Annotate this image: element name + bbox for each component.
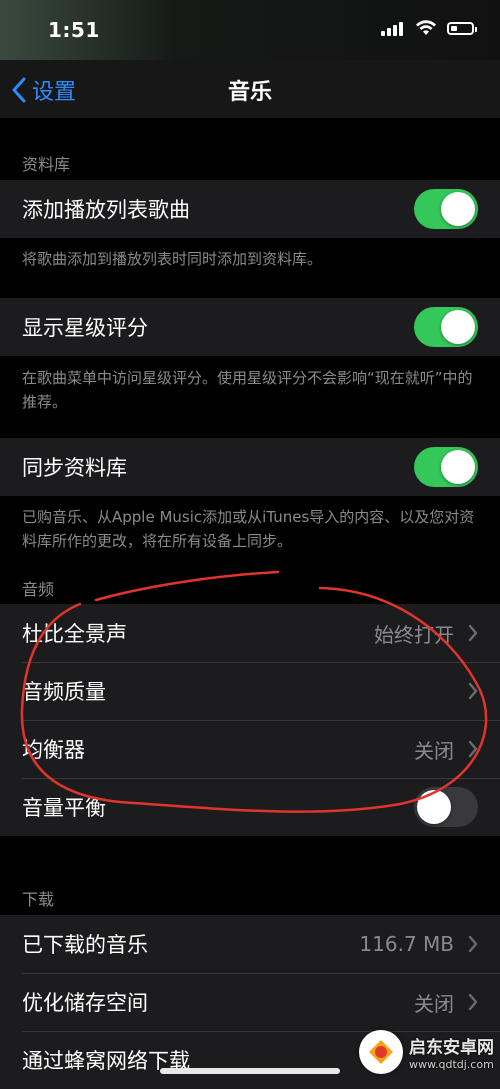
row-label: 音频质量: [22, 680, 106, 704]
row-label: 优化储存空间: [22, 991, 148, 1015]
toggle-knob: [441, 450, 475, 484]
status-icons: [381, 20, 477, 36]
divider: [22, 778, 500, 779]
row-label: 同步资料库: [22, 456, 127, 480]
section-label-downloads: 下载: [22, 890, 55, 909]
row-label: 已下载的音乐: [22, 933, 148, 957]
add-playlist-songs-toggle[interactable]: [414, 189, 478, 229]
watermark: 启东安卓网 www.qdtdj.com: [359, 1030, 494, 1074]
row-dolby-atmos[interactable]: 杜比全景声 始终打开: [0, 604, 500, 662]
footnote-show-star-ratings: 在歌曲菜单中访问星级评分。使用星级评分不会影响“现在就听”中的推荐。: [22, 369, 473, 411]
chevron-right-icon: [468, 624, 478, 642]
row-downloaded-music[interactable]: 已下载的音乐 116.7 MB: [0, 915, 500, 973]
row-sync-library: 同步资料库: [0, 438, 500, 496]
show-star-ratings-toggle[interactable]: [414, 307, 478, 347]
row-eq[interactable]: 均衡器 关闭: [0, 720, 500, 778]
chevron-right-icon: [468, 682, 478, 700]
row-optimize-storage[interactable]: 优化储存空间 关闭: [0, 973, 500, 1031]
watermark-title: 启东安卓网: [409, 1038, 494, 1058]
signal-icon: [381, 20, 405, 36]
row-value: 关闭: [414, 738, 454, 763]
chevron-right-icon: [468, 935, 478, 953]
status-bar: 1:51: [0, 0, 500, 60]
battery-icon: [447, 21, 477, 35]
footnote-add-playlist-songs: 将歌曲添加到播放列表时同时添加到资料库。: [22, 250, 323, 268]
page-title: 音乐: [227, 80, 272, 105]
row-label: 音量平衡: [22, 796, 106, 820]
row-label: 杜比全景声: [22, 622, 127, 646]
section-label-audio: 音频: [22, 580, 55, 599]
row-value: 关闭: [414, 991, 454, 1016]
sync-library-toggle[interactable]: [414, 447, 478, 487]
divider: [22, 662, 500, 663]
nav-bar: 设置 音乐: [0, 60, 500, 118]
toggle-knob: [441, 192, 475, 226]
chevron-right-icon: [468, 993, 478, 1011]
row-label: 均衡器: [22, 738, 85, 762]
section-label-library: 资料库: [22, 155, 71, 174]
sound-check-toggle[interactable]: [414, 787, 478, 827]
footnote-sync-library: 已购音乐、从Apple Music添加或从iTunes导入的内容、以及您对资料库…: [22, 508, 475, 550]
row-label: 添加播放列表歌曲: [22, 198, 190, 222]
row-audio-quality[interactable]: 音频质量: [0, 662, 500, 720]
row-label: 显示星级评分: [22, 316, 148, 340]
chevron-right-icon: [468, 740, 478, 758]
wifi-icon: [415, 20, 437, 36]
watermark-logo-icon: [359, 1030, 403, 1074]
row-add-playlist-songs: 添加播放列表歌曲: [0, 180, 500, 238]
watermark-url: www.qdtdj.com: [409, 1058, 494, 1071]
divider: [22, 973, 500, 974]
row-value: 始终打开: [374, 622, 454, 647]
watermark-text: 启东安卓网 www.qdtdj.com: [409, 1033, 494, 1071]
toggle-knob: [441, 310, 475, 344]
toggle-knob: [417, 790, 451, 824]
row-show-star-ratings: 显示星级评分: [0, 298, 500, 356]
home-indicator[interactable]: [160, 1068, 340, 1074]
divider: [22, 720, 500, 721]
row-value: 116.7 MB: [359, 932, 454, 956]
status-time: 1:51: [48, 18, 100, 42]
row-sound-check: 音量平衡: [0, 778, 500, 836]
